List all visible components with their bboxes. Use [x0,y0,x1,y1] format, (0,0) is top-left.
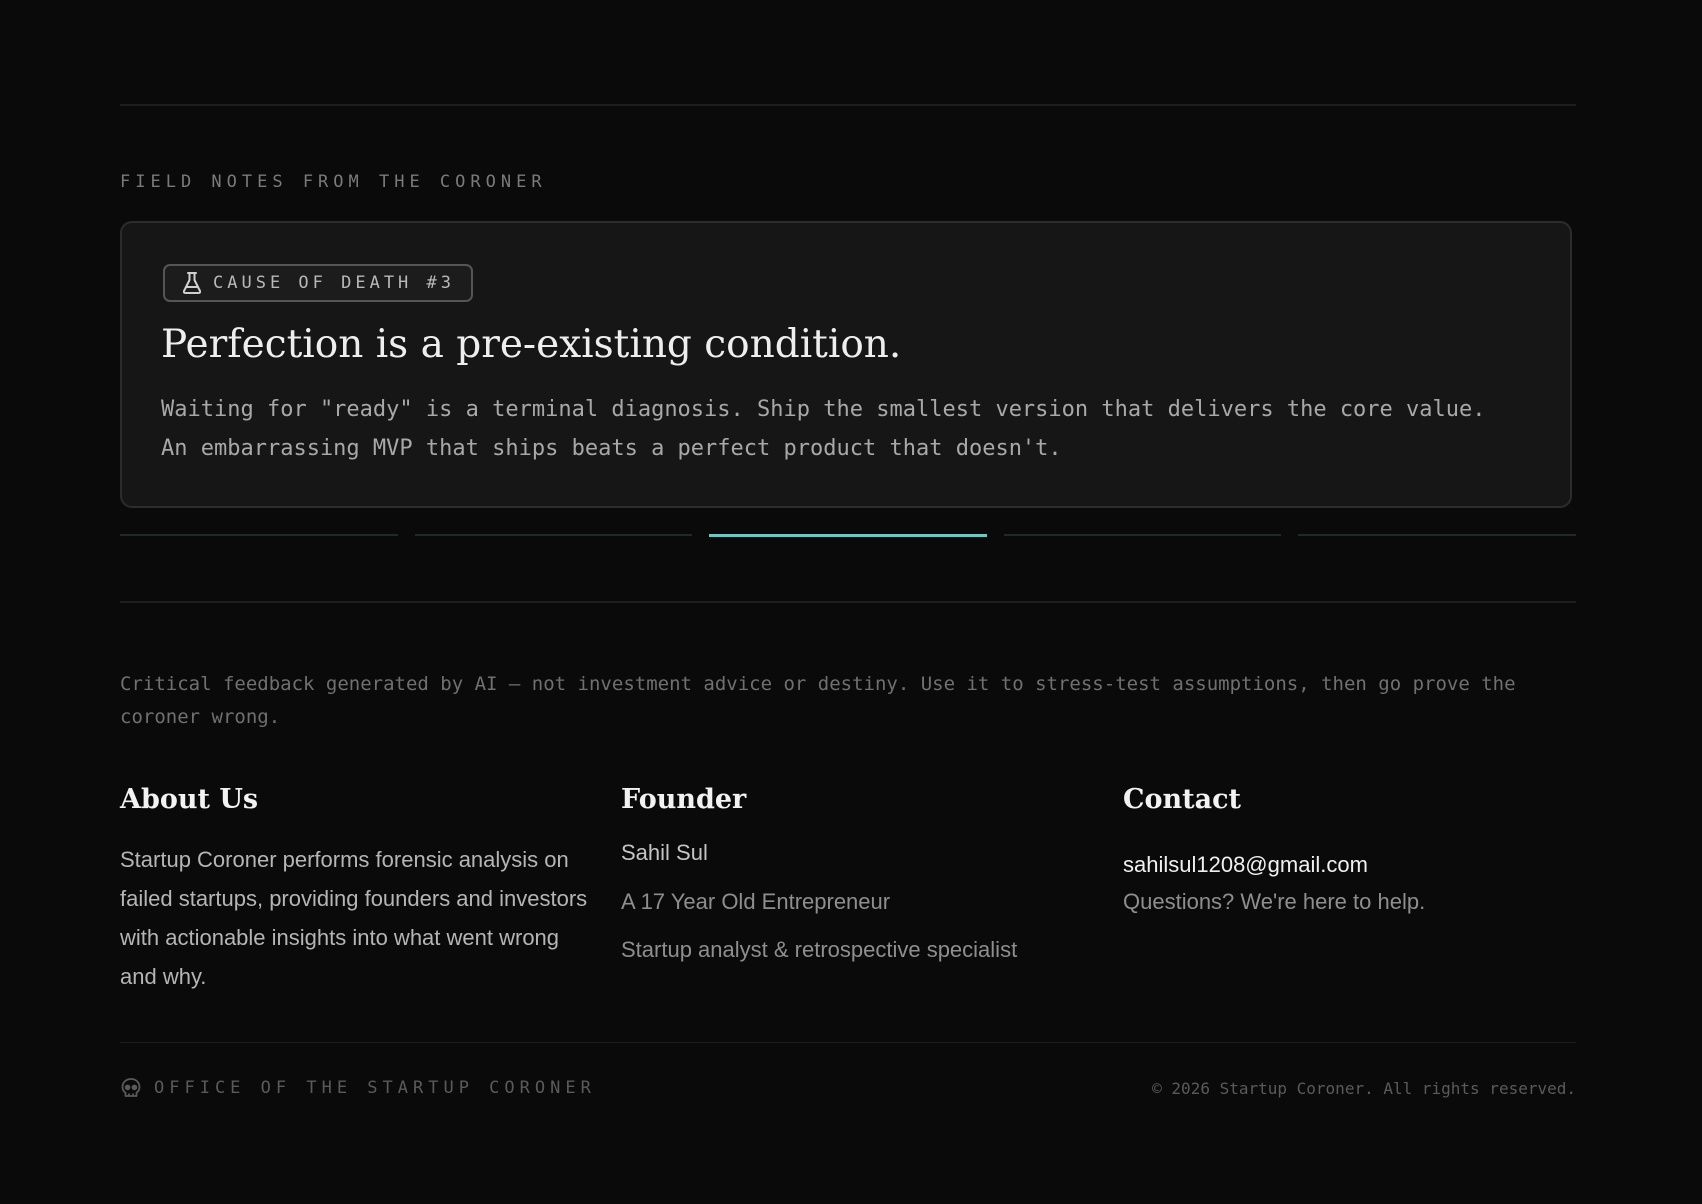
founder-heading: Founder [621,784,747,815]
flask-icon [182,272,202,294]
office-text: OFFICE OF THE STARTUP CORONER [154,1078,596,1098]
cause-badge: CAUSE OF DEATH #3 [163,264,473,302]
carousel-indicators [120,534,1576,537]
carousel-indicator-5[interactable] [1298,534,1576,536]
card-body: Waiting for "ready" is a terminal diagno… [161,397,1486,461]
section-eyebrow: FIELD NOTES FROM THE CORONER [120,172,547,192]
carousel-indicator-3[interactable] [709,534,987,537]
carousel-indicator-1[interactable] [120,534,398,536]
carousel-indicator-2[interactable] [414,534,693,536]
badge-label: CAUSE OF DEATH #3 [213,273,455,293]
card-title: Perfection is a pre-existing condition. [161,322,902,367]
top-divider [120,104,1576,106]
founder-role: A 17 Year Old Entrepreneur [621,889,891,914]
skull-icon [121,1078,141,1097]
office-label: OFFICE OF THE STARTUP CORONER [120,1077,596,1099]
about-column: About Us Startup Coroner performs forens… [120,780,590,989]
contact-help-text: Questions? We're here to help. [1123,889,1426,914]
founder-column: Founder Sahil Sul A 17 Year Old Entrepre… [621,780,1091,962]
about-heading: About Us [120,784,259,815]
carousel-indicator-4[interactable] [1003,534,1282,536]
contact-column: Contact sahilsul1208@gmail.com Questions… [1123,780,1593,914]
founder-name: Sahil Sul [621,840,708,865]
contact-email-link[interactable]: sahilsul1208@gmail.com [1123,850,1368,880]
ai-disclaimer: Critical feedback generated by AI — not … [120,673,1516,728]
copyright-text: © 2026 Startup Coroner. All rights reser… [1152,1079,1576,1098]
founder-description: Startup analyst & retrospective speciali… [621,937,1018,962]
bottom-divider [120,1042,1576,1043]
middle-divider [120,601,1576,603]
about-text: Startup Coroner performs forensic analys… [120,847,588,989]
contact-heading: Contact [1123,784,1242,815]
